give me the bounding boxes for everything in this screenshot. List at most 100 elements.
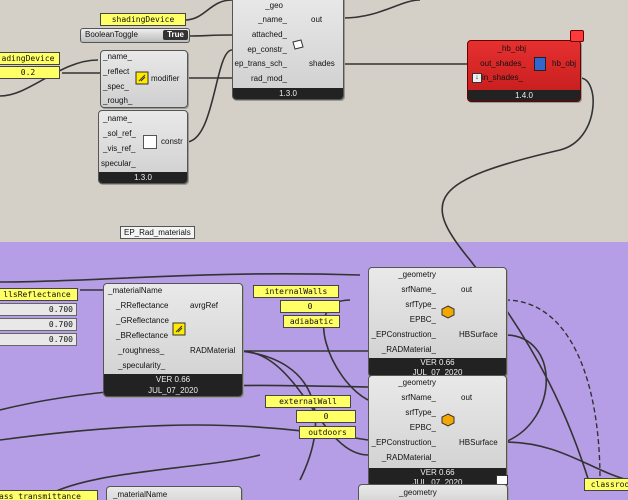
pin-geometry[interactable]: _geometry xyxy=(399,488,437,497)
wire xyxy=(342,0,421,19)
pin-hbsurface[interactable]: HBSurface xyxy=(459,330,498,339)
pin-g-reflectance[interactable]: _GReflectance xyxy=(116,316,169,325)
pin-geometry[interactable]: _geometry xyxy=(398,378,436,387)
pin-srf-type[interactable]: srfType_ xyxy=(405,300,436,309)
hbsurface1-version: VER 0.66 xyxy=(420,358,455,367)
left-shading-panel[interactable]: adingDevice xyxy=(0,52,60,65)
material-icon xyxy=(172,322,186,336)
glass-transmittance-panel[interactable]: ass_transmittance xyxy=(0,490,98,500)
pin-geo[interactable]: _geo xyxy=(265,1,283,10)
slider-r[interactable]: 0.700 xyxy=(0,303,77,316)
pin-ep-construction[interactable]: _EPConstruction_ xyxy=(372,330,436,339)
hbsurface-component-2[interactable]: _geometry srfName_ srfType_ EPBC_ _EPCon… xyxy=(368,375,507,487)
srf-type-panel[interactable]: 0 xyxy=(280,300,340,313)
wire xyxy=(504,334,547,443)
pin-specularity[interactable]: _specularity_ xyxy=(118,361,165,370)
pin-srf-type[interactable]: srfType_ xyxy=(405,408,436,417)
pin-hb-obj-out[interactable]: hb_obj xyxy=(552,59,576,68)
rad-material-version: VER 0.66 xyxy=(155,375,191,384)
hexagon-icon xyxy=(441,305,455,319)
constr-version: 1.3.0 xyxy=(99,172,187,183)
rad-material-footer: VER 0.66 JUL_07_2020 xyxy=(104,374,242,396)
grasshopper-canvas[interactable]: EP_Rad_materials shadingDevice BooleanTo… xyxy=(0,0,628,500)
adiabatic-panel[interactable]: adiabatic xyxy=(283,315,340,328)
hb-version: 1.4.0 xyxy=(468,90,580,101)
shading-component[interactable]: _geo _name_ attached_ ep_constr_ ep_tran… xyxy=(232,0,344,100)
boolean-toggle[interactable]: BooleanToggle True xyxy=(80,28,190,43)
slider-b[interactable]: 0.700 xyxy=(0,333,77,346)
pin-material-name[interactable]: _materialName xyxy=(113,490,167,499)
pin-hbsurface[interactable]: HBSurface xyxy=(459,438,498,447)
pin-srf-name[interactable]: srfName_ xyxy=(401,285,436,294)
pin-out[interactable]: out xyxy=(311,15,322,24)
internal-walls-panel[interactable]: internalWalls xyxy=(253,285,339,298)
pin-srf-name[interactable]: srfName_ xyxy=(401,393,436,402)
pin-hb-obj[interactable]: _hb_obj xyxy=(498,44,526,53)
pin-name[interactable]: _name_ xyxy=(258,15,287,24)
pin-geometry[interactable]: _geometry xyxy=(398,270,436,279)
hbsurface1-footer: VER 0.66 JUL_07_2020 xyxy=(369,358,506,376)
arrow-down-icon[interactable]: ↓ xyxy=(472,73,482,83)
srf-type-panel-2[interactable]: 0 xyxy=(296,410,356,423)
warning-balloon-icon[interactable] xyxy=(570,30,584,42)
pin-rad-mod[interactable]: rad_mod_ xyxy=(251,74,287,83)
wire xyxy=(184,34,233,37)
pin-ep-constr[interactable]: ep_constr_ xyxy=(247,45,287,54)
walls-reflectance-panel[interactable]: llsReflectance xyxy=(0,288,78,301)
pin-out[interactable]: out xyxy=(461,393,472,402)
shade-icon xyxy=(292,39,304,50)
pin-epbc[interactable]: EPBC_ xyxy=(410,423,436,432)
rad-material-component-2[interactable]: _materialName xyxy=(106,486,242,500)
pin-ep-construction[interactable]: _EPConstruction_ xyxy=(372,438,436,447)
wire xyxy=(184,0,233,21)
hbsurface-component-1[interactable]: _geometry srfName_ srfType_ EPBC_ _EPCon… xyxy=(368,267,507,377)
pin-name[interactable]: _name_ xyxy=(103,114,132,123)
pin-shades[interactable]: shades xyxy=(309,59,335,68)
shading-version: 1.3.0 xyxy=(233,88,343,99)
wire xyxy=(504,441,628,481)
pin-spec[interactable]: _spec_ xyxy=(103,82,129,91)
hexagon-icon xyxy=(441,413,455,427)
pin-rad-material[interactable]: _RADMaterial_ xyxy=(382,453,436,462)
wire xyxy=(0,272,361,283)
pin-roughness[interactable]: _roughness_ xyxy=(118,346,164,355)
pin-epbc[interactable]: EPBC_ xyxy=(410,315,436,324)
modifier-icon xyxy=(135,71,149,85)
pin-r-reflectance[interactable]: _RReflectance xyxy=(116,301,168,310)
left-shading-value[interactable]: 0.2 xyxy=(0,66,60,79)
pin-material-name[interactable]: _materialName xyxy=(108,286,162,295)
pin-modifier[interactable]: modifier xyxy=(151,74,179,83)
pin-in-shades[interactable]: in_shades_ xyxy=(482,73,523,82)
pin-out[interactable]: out xyxy=(461,285,472,294)
external-wall-panel[interactable]: externalWall xyxy=(265,395,351,408)
pin-sol-ref[interactable]: _sol_ref_ xyxy=(103,129,136,138)
pin-rad-material[interactable]: _RADMaterial_ xyxy=(382,345,436,354)
classroom-panel[interactable]: classroo xyxy=(584,478,628,491)
pin-avrg-ref[interactable]: avrgRef xyxy=(190,301,218,310)
pin-name[interactable]: _name_ xyxy=(103,52,132,61)
boolean-toggle-label: BooleanToggle xyxy=(85,30,138,39)
hbsurface2-version: VER 0.66 xyxy=(420,468,455,477)
rad-material-date: JUL_07_2020 xyxy=(148,386,198,395)
hb-icon xyxy=(534,57,546,71)
shading-device-panel[interactable]: shadingDevice xyxy=(100,13,186,26)
pin-rad-material[interactable]: RADMaterial xyxy=(190,346,235,355)
constr-component[interactable]: _name_ _sol_ref_ _vis_ref_ specular_ con… xyxy=(98,110,188,184)
slider-g[interactable]: 0.700 xyxy=(0,318,77,331)
pin-vis-ref[interactable]: _vis_ref_ xyxy=(103,144,135,153)
pin-b-reflectance[interactable]: _BReflectance xyxy=(116,331,168,340)
outdoors-panel[interactable]: outdoors xyxy=(299,426,356,439)
pin-constr[interactable]: constr xyxy=(161,137,183,146)
pin-out-shades[interactable]: out_shades_ xyxy=(480,59,526,68)
pin-attached[interactable]: attached_ xyxy=(252,30,287,39)
pin-ep-trans-sch[interactable]: ep_trans_sch_ xyxy=(235,59,287,68)
hb-obj-component[interactable]: _hb_obj out_shades_ in_shades_ ↓ hb_obj … xyxy=(467,40,581,102)
wire xyxy=(185,49,233,143)
boolean-toggle-value[interactable]: True xyxy=(163,30,188,40)
modifier-component[interactable]: _name_ _reflect _spec_ _rough_ modifier xyxy=(100,50,188,108)
hbsurface-component-3[interactable]: _geometry xyxy=(358,484,508,500)
pin-specular[interactable]: specular_ xyxy=(101,159,136,168)
pin-rough[interactable]: _rough_ xyxy=(103,96,132,105)
rad-material-component[interactable]: _materialName _RReflectance _GReflectanc… xyxy=(103,283,243,397)
pin-reflect[interactable]: _reflect xyxy=(103,67,129,76)
